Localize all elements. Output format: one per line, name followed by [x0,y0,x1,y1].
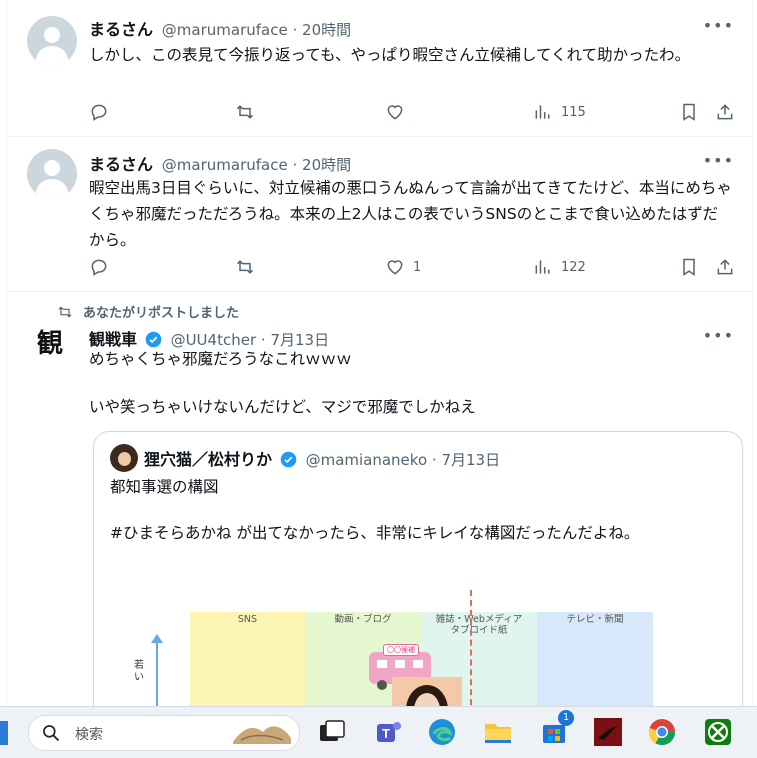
analytics-icon [535,260,550,274]
svg-text:T: T [382,726,390,741]
repost-label: あなたがリポストしました [83,306,240,321]
user-handle[interactable]: @mamiananeko [306,451,428,469]
band-label: SNS [237,614,258,625]
bookmark-button[interactable] [679,257,699,277]
start-button[interactable] [0,721,8,745]
quote-header: 狸穴猫／松村りか @mamiananeko · 7月13日 [144,450,501,469]
repost-button[interactable] [235,257,263,277]
notification-badge: 1 [558,710,574,726]
xbox-icon[interactable] [702,716,734,748]
timestamp[interactable]: 7月13日 [441,451,500,469]
axis-label-young: 若 い [134,660,144,683]
repost-icon [236,260,254,274]
task-view-icon[interactable] [316,716,348,748]
repost-icon [58,305,72,318]
tweet-header: まるさん @marumaruface · 20時間 [89,155,352,174]
heart-icon [387,105,403,120]
band-label: テレビ・新聞 [566,614,624,625]
user-handle[interactable]: @marumaruface [162,156,288,174]
arrow-up-icon [151,634,163,706]
bookmark-icon [683,103,695,121]
display-name[interactable]: まるさん [89,20,153,39]
search-box[interactable]: 検索 [28,715,300,751]
teams-icon[interactable]: T [372,716,404,748]
display-name[interactable]: 狸穴猫／松村りか [144,450,272,469]
candidate-photo [392,677,462,706]
more-options-icon[interactable]: ••• [703,16,734,35]
user-handle[interactable]: @marumaruface [162,21,288,39]
share-icon [717,259,733,275]
divider-line [470,590,472,706]
search-placeholder: 検索 [75,727,103,743]
views-button[interactable]: 115 [533,102,586,122]
views-button[interactable]: 122 [533,257,586,277]
tweet-text: しかし、この表見て今振り返っても、やっぱり暇空さん立候補してくれて助かったわ。 [89,46,691,64]
reply-button[interactable] [89,102,117,122]
search-highlight-image [233,726,291,744]
microsoft-store-icon[interactable]: 1 [538,710,574,748]
analytics-icon [535,105,550,119]
like-button[interactable]: 1 [385,257,421,277]
edge-browser-icon[interactable] [426,716,458,748]
tweet-actions: 115 [89,102,738,124]
band-sns: SNS [190,612,305,706]
quote-image[interactable]: SNS 動画・ブログ 雑誌・Webメディア タブロイド紙 テレビ・新聞 若 い … [94,590,742,706]
reply-button[interactable] [89,257,117,277]
tweet-text-line1: めちゃくちゃ邪魔だろうなこれｗｗｗ [89,350,352,368]
repost-indicator: あなたがリポストしました [57,302,239,321]
game-app-icon[interactable] [592,716,624,748]
heart-icon [387,260,403,275]
tweet-2[interactable]: まるさん @marumaruface · 20時間 ••• 暇空出馬3日目ぐらい… [7,137,752,292]
repost-button[interactable] [235,102,263,122]
like-button[interactable] [385,102,413,122]
avatar[interactable] [27,16,77,66]
avatar[interactable]: 観 [37,326,73,362]
quote-text-line1: 都知事選の構図 [110,478,219,496]
more-options-icon[interactable]: ••• [703,326,734,345]
more-options-icon[interactable]: ••• [703,151,734,170]
share-button[interactable] [715,257,735,277]
share-icon [717,104,733,120]
timeline-feed: まるさん @marumaruface · 20時間 ••• しかし、この表見て今… [6,0,753,706]
bookmark-icon [683,258,695,276]
band-label: 雑誌・Webメディア タブロイド紙 [435,614,523,636]
like-count: 1 [413,259,422,275]
verified-badge-icon [280,451,297,468]
avatar[interactable] [27,149,77,199]
timestamp[interactable]: 20時間 [302,21,351,39]
display-name[interactable]: まるさん [89,155,153,174]
reply-icon [91,259,107,276]
search-icon [43,725,60,742]
band-tv-newspaper: テレビ・新聞 [537,612,653,706]
view-count: 122 [561,259,586,275]
quoted-tweet-card[interactable]: 狸穴猫／松村りか @mamiananeko · 7月13日 都知事選の構図 #ひ… [93,431,743,706]
repost-icon [236,105,254,119]
quote-text-line2: #ひまそらあかね が出てなかったら、非常にキレイな構図だったんだよね。 [110,524,640,542]
tweet-text: 暇空出馬3日目ぐらいに、対立候補の悪口うんぬんって言論が出てきてたけど、本当にめ… [89,179,732,249]
share-button[interactable] [715,102,735,122]
tweet-1[interactable]: まるさん @marumaruface · 20時間 ••• しかし、この表見て今… [7,0,752,137]
file-explorer-icon[interactable] [482,716,514,748]
tweet-text-line2: いや笑っちゃいけないんだけど、マジで邪魔でしかねえ [89,398,476,416]
car-sign: 〇〇候補 [383,644,419,656]
timestamp[interactable]: 20時間 [302,156,351,174]
tweet-header: まるさん @marumaruface · 20時間 [89,20,352,39]
reply-icon [91,104,107,121]
tweet-actions: 1 122 [89,257,738,279]
bookmark-button[interactable] [679,102,699,122]
band-label: 動画・ブログ [334,614,392,625]
chrome-browser-icon[interactable] [646,716,678,748]
avatar[interactable] [110,444,138,472]
taskbar: 検索 T 1 [0,706,757,758]
